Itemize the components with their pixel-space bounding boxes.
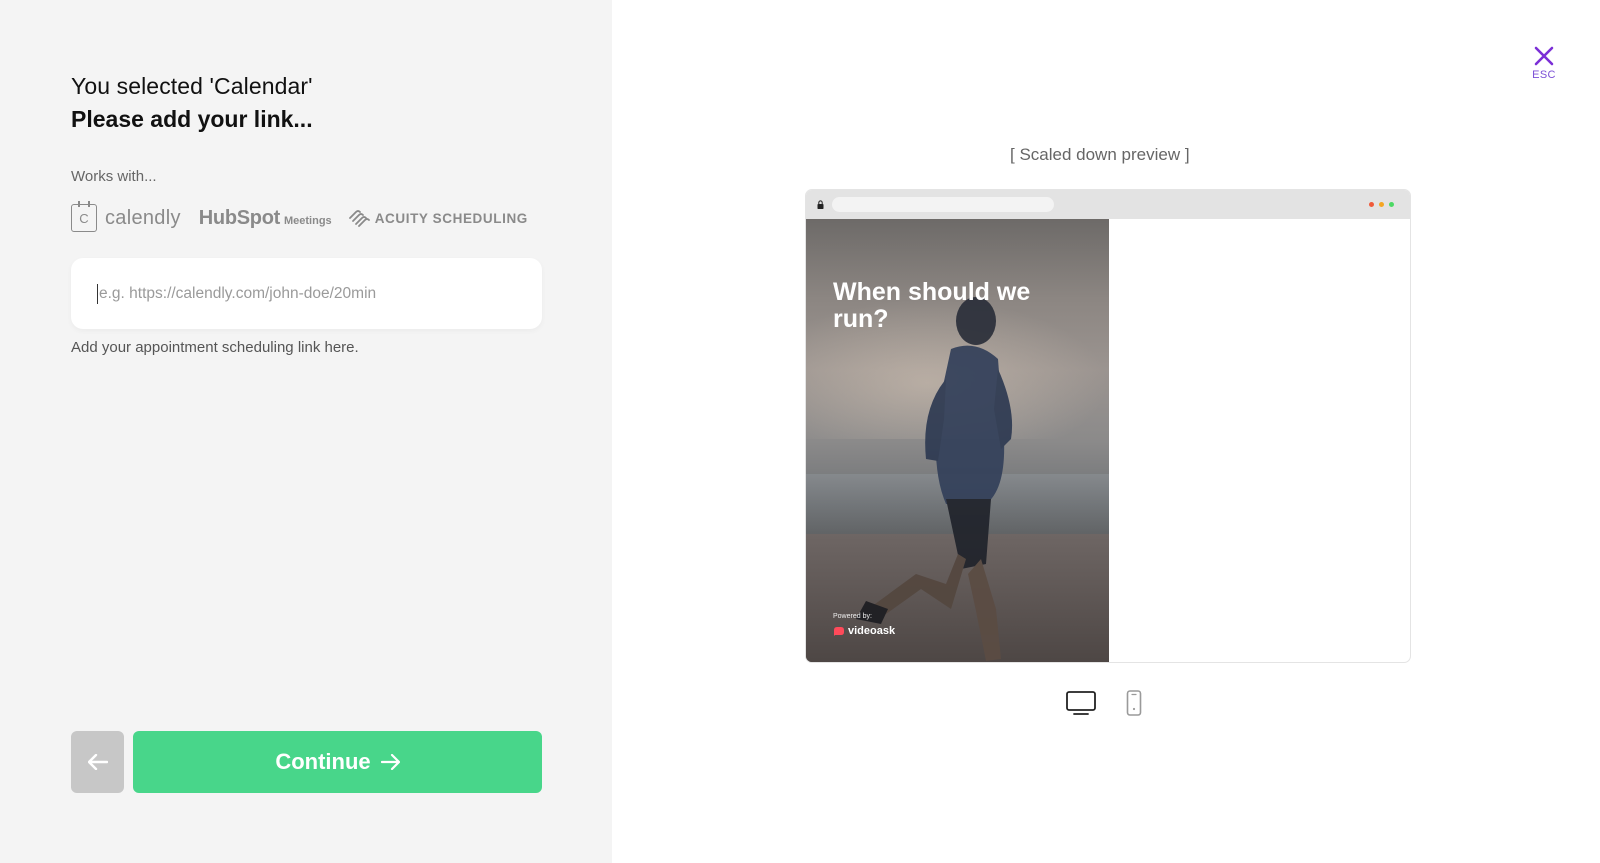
esc-label: ESC [1532, 69, 1556, 81]
videoask-brand: videoask [833, 625, 895, 637]
scheduling-link-input[interactable] [99, 284, 519, 303]
acuity-wordmark: ACUITY SCHEDULING [374, 210, 528, 226]
browser-preview-frame: When should we run? Powered by: videoask [805, 189, 1411, 663]
close-icon [1534, 46, 1554, 66]
close-button[interactable]: ESC [1528, 45, 1560, 93]
hubspot-wordmark: HubSpot [198, 206, 281, 229]
left-panel: You selected 'Calendar' Please add your … [0, 0, 612, 863]
runner-figure [856, 297, 1013, 661]
preview-label: [ Scaled down preview ] [1010, 145, 1190, 164]
browser-toolbar [806, 190, 1410, 219]
videoask-wordmark: videoask [848, 625, 896, 637]
powered-by-label: Powered by: [833, 613, 872, 620]
video-preview[interactable]: When should we run? Powered by: videoask [806, 219, 1109, 662]
integration-logos: C calendly HubSpot Meetings ACUITY SCHED… [71, 201, 528, 234]
back-button[interactable] [71, 731, 124, 793]
helper-text: Add your appointment scheduling link her… [71, 339, 359, 356]
arrow-right-icon [380, 754, 400, 770]
heading-add-link: Please add your link... [71, 106, 313, 132]
mobile-icon [1126, 690, 1142, 716]
works-with-label: Works with... [71, 168, 157, 185]
arrow-left-icon [87, 754, 108, 770]
hubspot-meetings-logo: HubSpot Meetings [199, 207, 332, 230]
url-bar [832, 197, 1054, 212]
text-caret [97, 283, 98, 304]
continue-button[interactable]: Continue [133, 731, 542, 793]
calendly-wordmark: calendly [105, 206, 181, 229]
mobile-view-button[interactable] [1126, 690, 1142, 716]
link-input-container[interactable] [71, 258, 542, 329]
window-dot-green [1389, 202, 1394, 207]
lock-icon [817, 200, 824, 209]
device-toggle [1066, 690, 1142, 716]
window-dots [1369, 202, 1394, 207]
window-dot-yellow [1379, 202, 1384, 207]
continue-label: Continue [275, 749, 371, 774]
calendly-icon: C [71, 201, 97, 232]
desktop-icon [1066, 691, 1096, 715]
desktop-view-button[interactable] [1066, 691, 1096, 715]
acuity-icon [348, 210, 370, 227]
acuity-logo: ACUITY SCHEDULING [348, 209, 528, 227]
window-dot-red [1369, 202, 1374, 207]
heading-selected: You selected 'Calendar' [71, 73, 313, 99]
calendly-logo: C calendly [71, 201, 181, 232]
video-question-title: When should we run? [833, 278, 1031, 333]
videoask-logo-icon [834, 627, 844, 636]
hubspot-meetings-label: Meetings [284, 214, 332, 227]
